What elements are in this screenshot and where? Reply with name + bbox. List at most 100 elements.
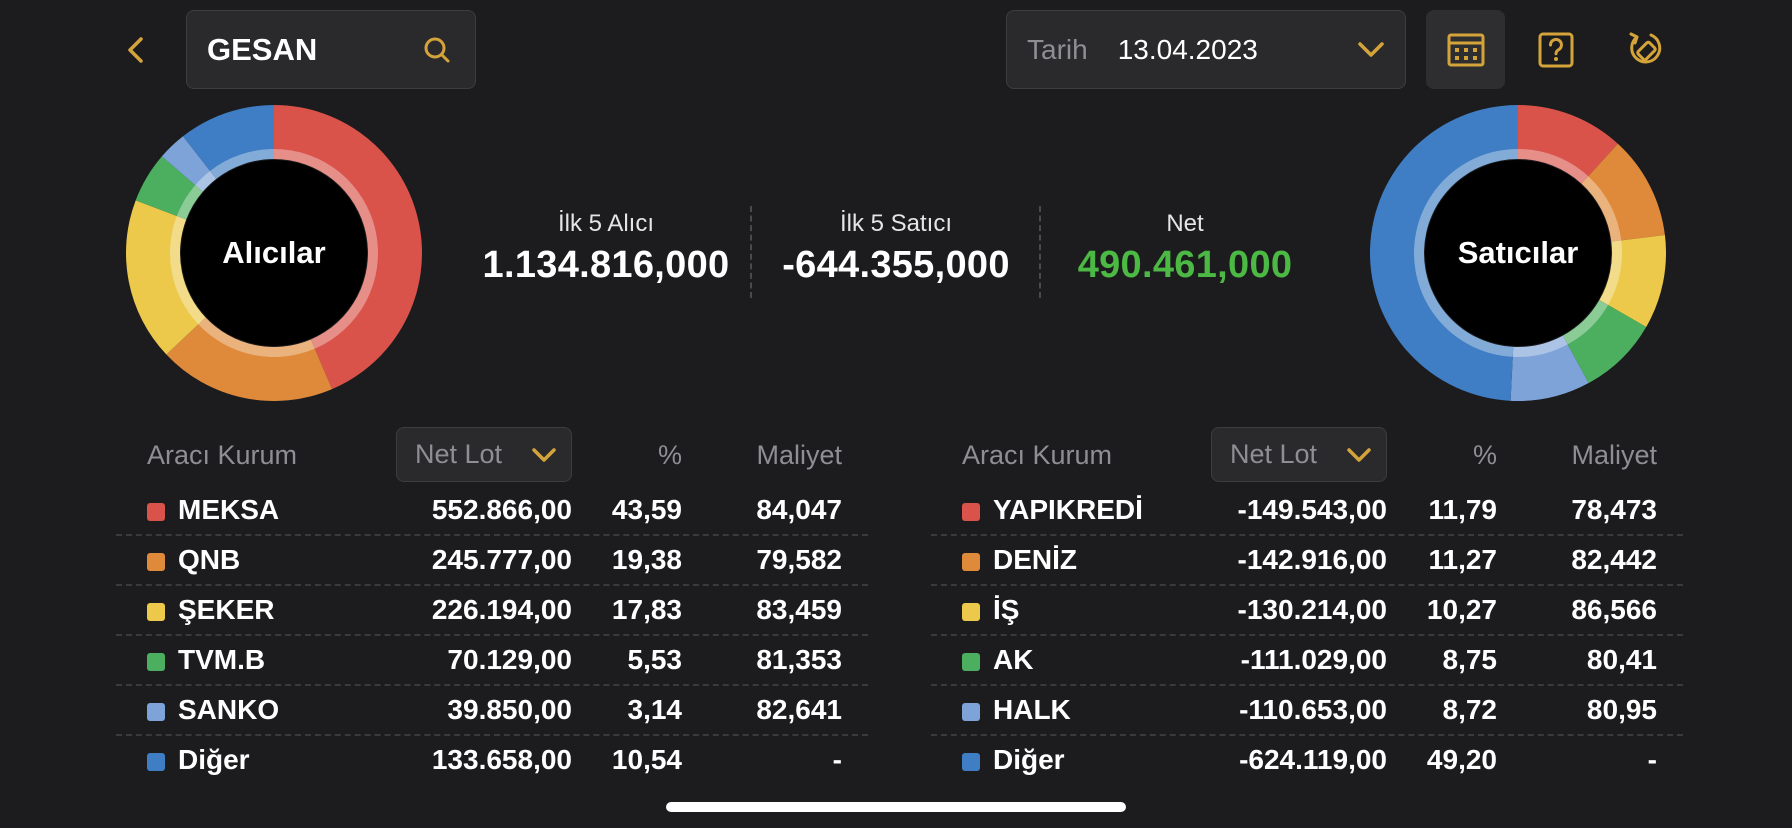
col-header-broker: Aracı Kurum <box>962 440 1113 470</box>
chevron-left-icon <box>128 37 143 63</box>
cost-value: 79,582 <box>756 544 842 575</box>
donut-center <box>181 160 367 346</box>
percent-value: 5,53 <box>627 644 683 675</box>
broker-name: SANKO <box>178 694 280 725</box>
net-lot-value: -149.543,00 <box>1237 494 1387 525</box>
table-row[interactable]: Diğer -624.119,00 49,20 - <box>931 736 1683 786</box>
table-row[interactable]: DENİZ -142.916,00 11,27 82,442 <box>931 536 1683 586</box>
net-lot-value: 133.658,00 <box>431 744 572 775</box>
back-button[interactable] <box>118 28 154 72</box>
chevron-down-icon <box>1357 36 1385 64</box>
color-swatch <box>962 703 980 721</box>
sellers-table-header: Aracı Kurum Net Lot % Maliyet <box>931 426 1683 486</box>
color-swatch <box>147 653 165 671</box>
broker-name: HALK <box>993 694 1071 725</box>
color-swatch <box>962 753 980 771</box>
buyers-table-header: Aracı Kurum Net Lot % Maliyet <box>116 426 868 486</box>
net-lot-value: -110.653,00 <box>1239 694 1387 725</box>
cost-value: 83,459 <box>756 594 842 625</box>
table-row[interactable]: HALK -110.653,00 8,72 80,95 <box>931 686 1683 736</box>
color-swatch <box>962 553 980 571</box>
percent-value: 10,54 <box>611 744 682 775</box>
top-sellers-summary: İlk 5 Satıcı -644.355,000 <box>760 210 1032 300</box>
net-value: 490.461,000 <box>1077 244 1293 286</box>
col-header-broker: Aracı Kurum <box>147 440 298 470</box>
top-buyers-label: İlk 5 Alıcı <box>557 210 655 237</box>
date-select[interactable]: Tarih 13.04.2023 <box>1006 10 1406 89</box>
cost-value: 82,442 <box>1571 544 1657 575</box>
table-row[interactable]: ŞEKER 226.194,00 17,83 83,459 <box>116 586 868 636</box>
net-lot-value: -111.029,00 <box>1240 644 1387 675</box>
percent-value: 19,38 <box>611 544 682 575</box>
broker-name: QNB <box>178 544 241 575</box>
rotate-icon <box>1629 32 1661 63</box>
col-header-cost: Maliyet <box>1571 440 1657 470</box>
rotate-button[interactable] <box>1606 10 1685 89</box>
percent-value: 11,79 <box>1428 494 1497 525</box>
broker-name: DENİZ <box>993 544 1077 575</box>
date-value: 13.04.2023 <box>1117 33 1258 65</box>
chevron-down-icon <box>532 447 556 462</box>
broker-name: ŞEKER <box>178 594 275 625</box>
col-header-cost: Maliyet <box>756 440 842 470</box>
color-swatch <box>147 503 165 521</box>
color-swatch <box>962 603 980 621</box>
color-swatch <box>147 753 165 771</box>
net-lot-value: -142.916,00 <box>1237 544 1387 575</box>
net-label: Net <box>1166 210 1204 237</box>
percent-value: 3,14 <box>627 694 683 725</box>
symbol-search-box[interactable] <box>186 10 476 89</box>
net-lot-sort-dropdown[interactable]: Net Lot <box>396 427 572 482</box>
table-row[interactable]: TVM.B 70.129,00 5,53 81,353 <box>116 636 868 686</box>
percent-value: 17,83 <box>611 594 682 625</box>
percent-value: 10,27 <box>1426 594 1497 625</box>
broker-name: MEKSA <box>178 494 280 525</box>
table-row[interactable]: YAPIKREDİ -149.543,00 11,79 78,473 <box>931 486 1683 536</box>
color-swatch <box>962 503 980 521</box>
symbol-search-input[interactable] <box>207 31 421 68</box>
net-lot-value: 226.194,00 <box>431 594 572 625</box>
donut-center <box>1425 160 1611 346</box>
buyers-table-body: MEKSA 552.866,00 43,59 84,047 QNB 245.777,00… <box>116 486 868 786</box>
net-lot-sort-dropdown[interactable]: Net Lot <box>1211 427 1387 482</box>
table-row[interactable]: MEKSA 552.866,00 43,59 84,047 <box>116 486 868 536</box>
broker-name: İŞ <box>993 594 1020 625</box>
percent-value: 8,75 <box>1442 644 1498 675</box>
calendar-button[interactable] <box>1426 10 1505 89</box>
broker-name: YAPIKREDİ <box>993 494 1143 525</box>
search-icon[interactable] <box>421 34 453 66</box>
date-label: Tarih <box>1027 33 1088 65</box>
home-indicator[interactable] <box>666 802 1126 812</box>
cost-value: - <box>1647 744 1657 775</box>
calendar-icon <box>1447 33 1484 66</box>
col-header-percent: % <box>1472 440 1497 470</box>
buyers-table: Aracı Kurum Net Lot % Maliyet MEKSA 552.8… <box>116 426 868 786</box>
broker-name: AK <box>993 644 1034 675</box>
cost-value: 80,95 <box>1586 694 1657 725</box>
table-row[interactable]: SANKO 39.850,00 3,14 82,641 <box>116 686 868 736</box>
color-swatch <box>147 553 165 571</box>
cost-value: 81,353 <box>756 644 842 675</box>
percent-value: 8,72 <box>1442 694 1498 725</box>
table-row[interactable]: Diğer 133.658,00 10,54 - <box>116 736 868 786</box>
cost-value: 78,473 <box>1571 494 1657 525</box>
table-row[interactable]: İŞ -130.214,00 10,27 86,566 <box>931 586 1683 636</box>
percent-value: 11,27 <box>1428 544 1497 575</box>
top-buyers-value: 1.134.816,000 <box>482 244 730 286</box>
cost-value: 86,566 <box>1571 594 1657 625</box>
net-lot-value: 552.866,00 <box>431 494 572 525</box>
table-row[interactable]: AK -111.029,00 8,75 80,41 <box>931 636 1683 686</box>
buyers-donut-chart[interactable]: Alıcılar <box>126 105 422 401</box>
sellers-donut-chart[interactable]: Satıcılar <box>1370 105 1666 401</box>
table-row[interactable]: QNB 245.777,00 19,38 79,582 <box>116 536 868 586</box>
color-swatch <box>147 603 165 621</box>
sellers-table-body: YAPIKREDİ -149.543,00 11,79 78,473 DENİZ -14… <box>931 486 1683 786</box>
chevron-down-icon <box>1347 447 1371 462</box>
cost-value: 80,41 <box>1586 644 1657 675</box>
help-icon <box>1538 32 1573 67</box>
color-swatch <box>962 653 980 671</box>
net-summary: Net 490.461,000 <box>1048 210 1322 300</box>
help-button[interactable] <box>1516 10 1595 89</box>
cost-value: 84,047 <box>756 494 842 525</box>
cost-value: - <box>832 744 842 775</box>
